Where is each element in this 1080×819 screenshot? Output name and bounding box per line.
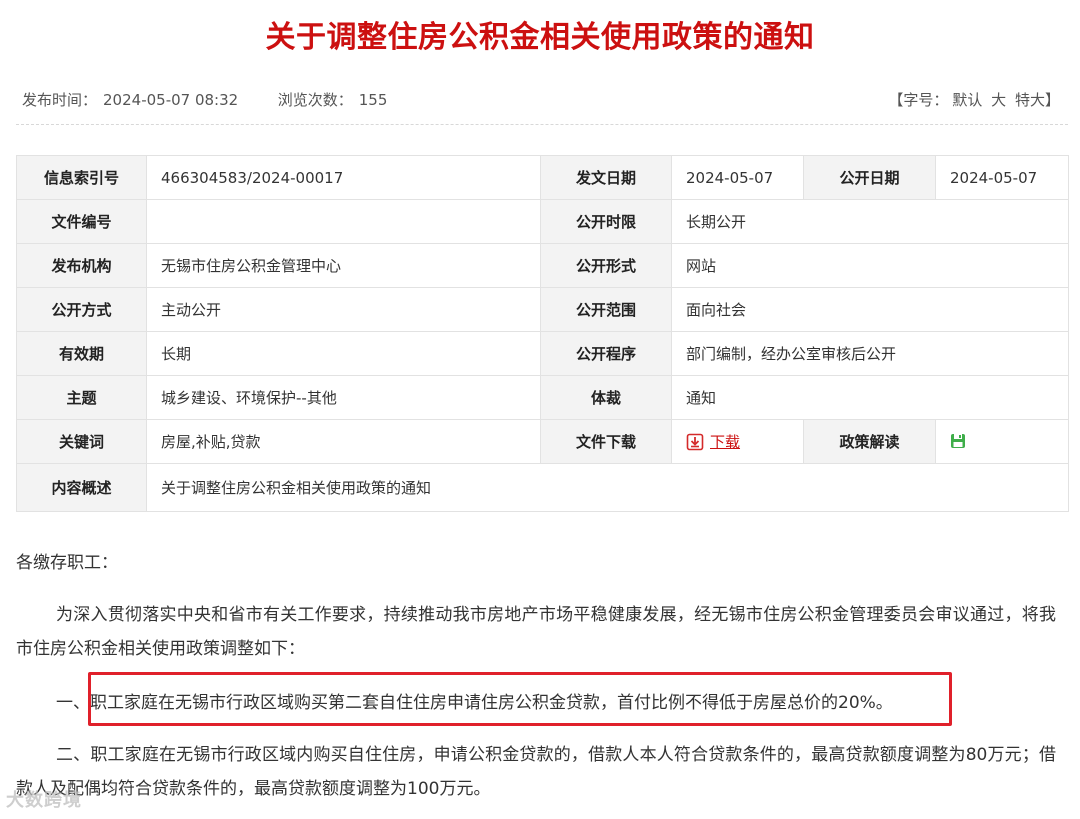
- font-size-xlarge[interactable]: 特大: [1015, 91, 1045, 109]
- info-row: 发布机构 无锡市住房公积金管理中心 公开形式 网站: [16, 243, 1069, 288]
- font-size-suffix: 】: [1044, 91, 1060, 109]
- views-count: 155: [358, 91, 388, 109]
- genre-value: 通知: [671, 375, 1069, 420]
- agency-label: 发布机构: [16, 243, 147, 288]
- scope-value: 面向社会: [671, 287, 1069, 332]
- article-meta: 发布时间： 2024-05-07 08:32 浏览次数： 155 【字号： 默认 大 …: [16, 84, 1068, 114]
- font-size-large[interactable]: 大: [991, 91, 1006, 109]
- paragraph-item-1: 一、职工家庭在无锡市行政区域购买第二套自住住房申请住房公积金贷款，首付比例不得低…: [56, 693, 893, 713]
- salutation: 各缴存职工：: [16, 553, 118, 573]
- keywords-label: 关键词: [16, 419, 147, 464]
- publish-time-label: 发布时间：: [22, 91, 98, 109]
- topic-value: 城乡建设、环境保护--其他: [146, 375, 541, 420]
- meta-divider: [16, 124, 1068, 125]
- validity-label: 有效期: [16, 331, 147, 376]
- page-title: 关于调整住房公积金相关使用政策的通知: [265, 20, 815, 55]
- procedure-label: 公开程序: [540, 331, 672, 376]
- publish-date-value: 2024-05-07: [935, 155, 1069, 200]
- info-row: 关键词 房屋,补贴,贷款 文件下载 下载 政策解读: [16, 419, 1069, 464]
- download-icon[interactable]: [686, 433, 704, 451]
- publish-date-label: 公开日期: [803, 155, 936, 200]
- download-label: 文件下载: [540, 419, 672, 464]
- watermark: 大数跨境: [6, 790, 82, 811]
- font-size-prefix: 【字号：: [888, 91, 949, 109]
- floppy-disk-icon[interactable]: [950, 433, 966, 449]
- period-label: 公开时限: [540, 199, 672, 244]
- interpretation-label: 政策解读: [803, 419, 936, 464]
- info-row: 公开方式 主动公开 公开范围 面向社会: [16, 287, 1069, 332]
- publish-time: 2024-05-07 08:32: [103, 91, 239, 109]
- issue-date-value: 2024-05-07: [671, 155, 804, 200]
- info-row: 内容概述 关于调整住房公积金相关使用政策的通知: [16, 463, 1069, 512]
- method-label: 公开方式: [16, 287, 147, 332]
- procedure-value: 部门编制，经办公室审核后公开: [671, 331, 1069, 376]
- download-cell: 下载: [671, 419, 804, 464]
- issue-date-label: 发文日期: [540, 155, 672, 200]
- agency-value: 无锡市住房公积金管理中心: [146, 243, 541, 288]
- genre-label: 体裁: [540, 375, 672, 420]
- paragraph-item-2: 二、职工家庭在无锡市行政区域内购买自住住房，申请公积金贷款的，借款人本人符合贷款…: [16, 745, 1056, 799]
- font-size-switcher: 【字号： 默认 大 特大】: [888, 89, 1060, 110]
- topic-label: 主题: [16, 375, 147, 420]
- keywords-value: 房屋,补贴,贷款: [146, 419, 541, 464]
- paragraph-intro: 为深入贯彻落实中央和省市有关工作要求，持续推动我市房地产市场平稳健康发展，经无锡…: [16, 605, 1056, 659]
- summary-label: 内容概述: [16, 463, 147, 512]
- scope-label: 公开范围: [540, 287, 672, 332]
- font-size-default[interactable]: 默认: [952, 91, 982, 109]
- period-value: 长期公开: [671, 199, 1069, 244]
- validity-value: 长期: [146, 331, 541, 376]
- info-row: 主题 城乡建设、环境保护--其他 体裁 通知: [16, 375, 1069, 420]
- info-row: 信息索引号 466304583/2024-00017 发文日期 2024-05-…: [16, 155, 1069, 200]
- download-link[interactable]: 下载: [710, 433, 740, 451]
- method-value: 主动公开: [146, 287, 541, 332]
- views-label: 浏览次数：: [277, 91, 353, 109]
- doc-no-label: 文件编号: [16, 199, 147, 244]
- form-value: 网站: [671, 243, 1069, 288]
- info-table: 信息索引号 466304583/2024-00017 发文日期 2024-05-…: [16, 155, 1069, 512]
- interpretation-cell: [935, 419, 1069, 464]
- summary-value: 关于调整住房公积金相关使用政策的通知: [146, 463, 1069, 512]
- index-no-label: 信息索引号: [16, 155, 147, 200]
- meta-left: 发布时间： 2024-05-07 08:32 浏览次数： 155: [22, 89, 393, 110]
- form-label: 公开形式: [540, 243, 672, 288]
- doc-no-value: [146, 199, 541, 244]
- info-row: 有效期 长期 公开程序 部门编制，经办公室审核后公开: [16, 331, 1069, 376]
- index-no-value: 466304583/2024-00017: [146, 155, 541, 200]
- info-row: 文件编号 公开时限 长期公开: [16, 199, 1069, 244]
